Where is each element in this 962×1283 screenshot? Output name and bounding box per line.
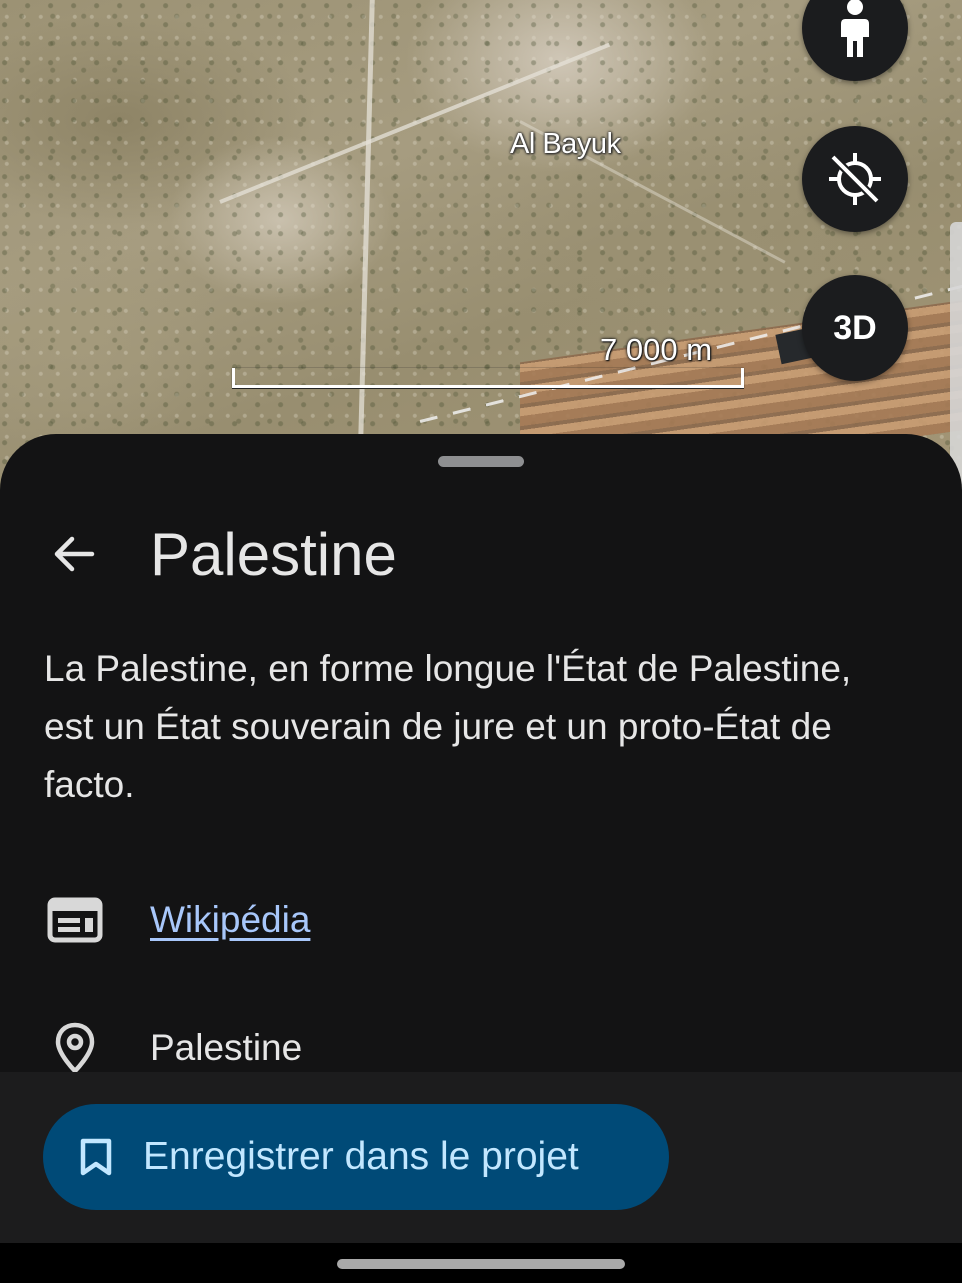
3d-toggle-button[interactable]: 3D bbox=[802, 275, 908, 381]
save-button-label: Enregistrer dans le projet bbox=[143, 1135, 579, 1178]
map-scale-bar bbox=[232, 368, 744, 388]
place-info-sheet: Palestine La Palestine, en forme longue … bbox=[0, 434, 962, 1075]
person-icon bbox=[841, 0, 869, 57]
wikipedia-row[interactable]: Wikipédia bbox=[44, 888, 310, 952]
place-title: Palestine bbox=[150, 521, 397, 588]
home-gesture-pill[interactable] bbox=[337, 1259, 625, 1269]
map-place-label[interactable]: Al Bayuk bbox=[510, 128, 621, 161]
map-scale-label: 7 000 m bbox=[600, 332, 713, 367]
sheet-drag-handle[interactable] bbox=[438, 456, 524, 467]
bookmark-icon bbox=[80, 1138, 112, 1176]
article-icon bbox=[44, 888, 106, 952]
satellite-map[interactable]: Al Bayuk 7 000 m bbox=[0, 0, 962, 500]
place-description: La Palestine, en forme longue l'État de … bbox=[44, 648, 852, 805]
action-footer: Enregistrer dans le projet bbox=[0, 1072, 962, 1243]
save-to-project-button[interactable]: Enregistrer dans le projet bbox=[43, 1104, 669, 1210]
location-pin-icon bbox=[44, 1016, 106, 1080]
app-root: Al Bayuk 7 000 m 3D Palestine La Palesti… bbox=[0, 0, 962, 1283]
place-row[interactable]: Palestine bbox=[44, 1016, 302, 1080]
wikipedia-link[interactable]: Wikipédia bbox=[150, 899, 310, 941]
back-button[interactable] bbox=[42, 522, 106, 586]
system-navigation-bar bbox=[0, 1243, 962, 1283]
place-name: Palestine bbox=[150, 1027, 303, 1068]
3d-label: 3D bbox=[833, 308, 877, 347]
my-location-button[interactable] bbox=[802, 126, 908, 232]
arrow-back-icon bbox=[54, 536, 95, 572]
location-disabled-icon bbox=[829, 153, 881, 205]
